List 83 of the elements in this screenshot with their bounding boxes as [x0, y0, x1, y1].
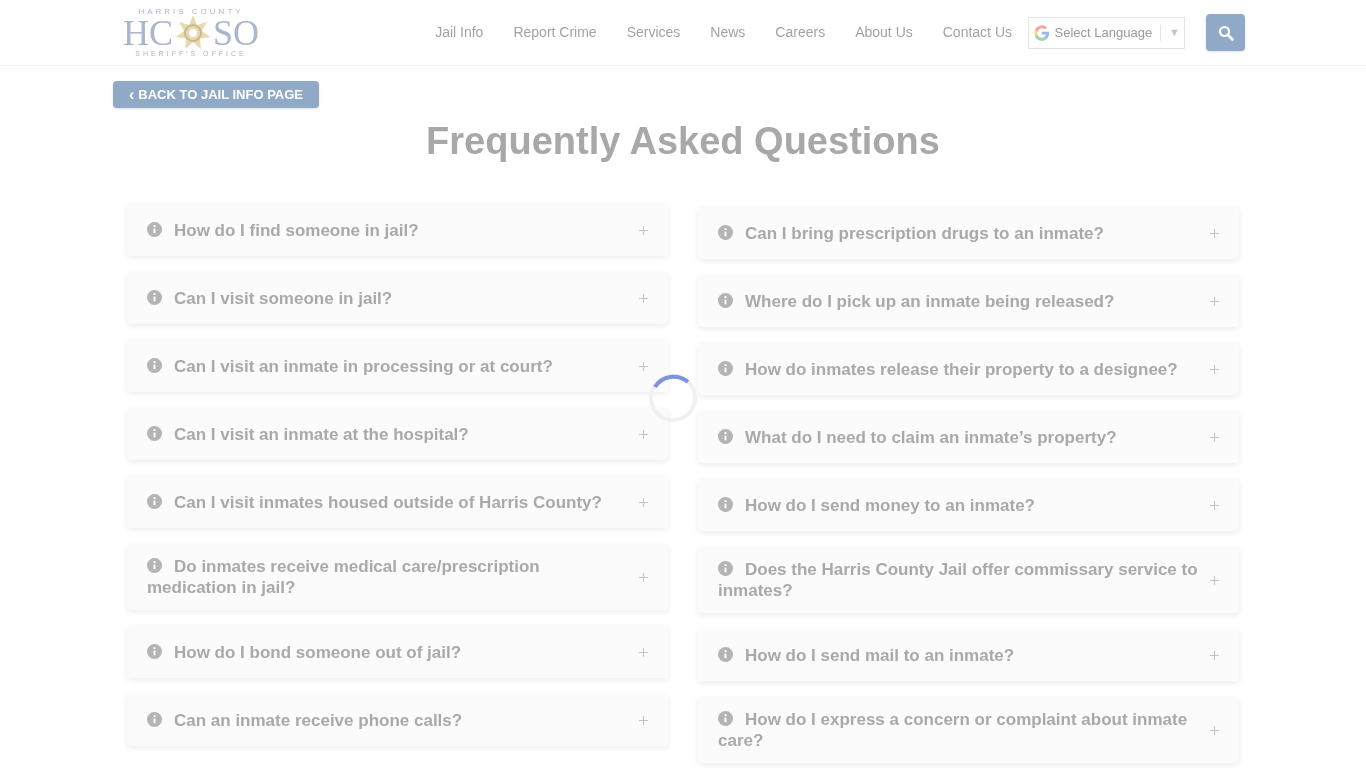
- faq-question: How do inmates release their property to a designee?: [718, 358, 1178, 380]
- faq-item[interactable]: How do I bond someone out of jail?: [127, 626, 668, 678]
- plus-icon: [1210, 725, 1219, 735]
- google-g-icon: [1033, 23, 1051, 42]
- language-label: Select Language: [1054, 23, 1153, 42]
- info-icon: [718, 646, 733, 662]
- nav-link[interactable]: Careers: [775, 22, 826, 43]
- faq-item[interactable]: Can I visit inmates housed outside of Harris County?: [127, 476, 668, 528]
- faq-question: What do I need to claim an inmate’s property?: [718, 426, 1117, 448]
- info-icon: [147, 493, 162, 509]
- plus-icon: [639, 225, 648, 235]
- faq-item[interactable]: How do I send mail to an inmate?: [698, 629, 1239, 681]
- info-icon: [718, 428, 733, 444]
- logo-letters: SO: [213, 15, 259, 51]
- faq-item[interactable]: How do I find someone in jail?: [127, 204, 668, 256]
- faq-item[interactable]: Do inmates receive medical care/prescription medication in jail?: [127, 544, 668, 610]
- info-icon: [718, 496, 733, 512]
- faq-item[interactable]: How do I send money to an inmate?: [698, 479, 1239, 531]
- plus-icon: [1210, 432, 1219, 442]
- faq-question: How do I send mail to an inmate?: [718, 644, 1015, 666]
- plus-icon: [1210, 575, 1219, 585]
- info-icon: [147, 289, 162, 305]
- language-select[interactable]: Select Language ▼: [1028, 16, 1185, 49]
- faq-item[interactable]: Can I visit an inmate in processing or at court?: [127, 340, 668, 392]
- plus-icon: [1210, 228, 1219, 238]
- info-icon: [718, 711, 733, 726]
- back-button[interactable]: ‹ BACK TO JAIL INFO PAGE: [113, 81, 319, 108]
- faq-question: Can I visit an inmate at the hospital?: [147, 423, 469, 445]
- nav-link[interactable]: News: [710, 22, 746, 43]
- info-icon: [147, 357, 162, 373]
- search-button[interactable]: [1206, 14, 1245, 51]
- info-icon: [718, 360, 733, 376]
- plus-icon: [1210, 364, 1219, 374]
- nav-link[interactable]: Contact Us: [942, 22, 1012, 43]
- nav-link[interactable]: Report Crime: [513, 22, 597, 43]
- logo-top-text: HARRIS COUNTY: [138, 8, 244, 16]
- logo-letters: HC: [122, 15, 173, 51]
- plus-icon: [639, 715, 648, 725]
- faq-question: How do I bond someone out of jail?: [147, 641, 462, 663]
- faq-item[interactable]: Can I visit someone in jail?: [127, 272, 668, 324]
- plus-icon: [639, 293, 648, 303]
- faq-item[interactable]: Can an inmate receive phone calls?: [127, 694, 668, 746]
- plus-icon: [639, 647, 648, 657]
- chevron-icon: ‹: [129, 86, 135, 103]
- plus-icon: [1210, 296, 1219, 306]
- nav-link[interactable]: Services: [626, 22, 681, 43]
- faq-question: Does the Harris County Jail offer commissary service to inmates?: [718, 559, 1198, 601]
- faq-question: Can I visit inmates housed outside of Harris County?: [147, 491, 602, 513]
- search-icon: [1217, 24, 1234, 41]
- faq-question: Can I bring prescription drugs to an inmate?: [718, 222, 1104, 244]
- plus-icon: [639, 361, 648, 371]
- faq-item[interactable]: Can I visit an inmate at the hospital?: [127, 408, 668, 460]
- info-icon: [718, 292, 733, 308]
- info-icon: [718, 224, 733, 240]
- faq-item[interactable]: Does the Harris County Jail offer commissary service to inmates?: [698, 547, 1239, 613]
- faq-item[interactable]: How do inmates release their property to a designee?: [698, 343, 1239, 395]
- faq-question: Can an inmate receive phone calls?: [147, 709, 463, 731]
- faq-question: Can I visit an inmate in processing or at court?: [147, 355, 553, 377]
- info-icon: [147, 425, 162, 441]
- faq-question: Where do I pick up an inmate being released?: [718, 290, 1115, 312]
- info-icon: [147, 221, 162, 237]
- faq-item[interactable]: Where do I pick up an inmate being released?: [698, 275, 1239, 327]
- faq-item[interactable]: Can I bring prescription drugs to an inmate?: [698, 207, 1239, 259]
- info-icon: [718, 561, 733, 576]
- faq-question: Do inmates receive medical care/prescription medication in jail?: [147, 556, 541, 598]
- faq-item[interactable]: What do I need to claim an inmate’s property?: [698, 411, 1239, 463]
- faq-question: How do I express a concern or complaint about inmate care?: [718, 709, 1189, 751]
- plus-icon: [639, 429, 648, 439]
- faq-question: How do I send money to an inmate?: [718, 494, 1035, 516]
- info-icon: [147, 711, 162, 727]
- page-title: Frequently Asked Questions: [425, 119, 941, 164]
- faq-item[interactable]: How do I express a concern or complaint about inmate care?: [698, 697, 1239, 763]
- plus-icon: [639, 497, 648, 507]
- nav-link[interactable]: About Us: [855, 22, 913, 43]
- plus-icon: [1210, 500, 1219, 510]
- faq-question: Can I visit someone in jail?: [147, 287, 393, 309]
- info-icon: [147, 643, 162, 659]
- info-icon: [147, 558, 162, 573]
- faq-question: How do I find someone in jail?: [147, 219, 419, 241]
- plus-icon: [1210, 650, 1219, 660]
- plus-icon: [639, 572, 648, 582]
- dropdown-arrow: ▼: [1169, 25, 1180, 41]
- nav-link[interactable]: Jail Info: [435, 22, 484, 43]
